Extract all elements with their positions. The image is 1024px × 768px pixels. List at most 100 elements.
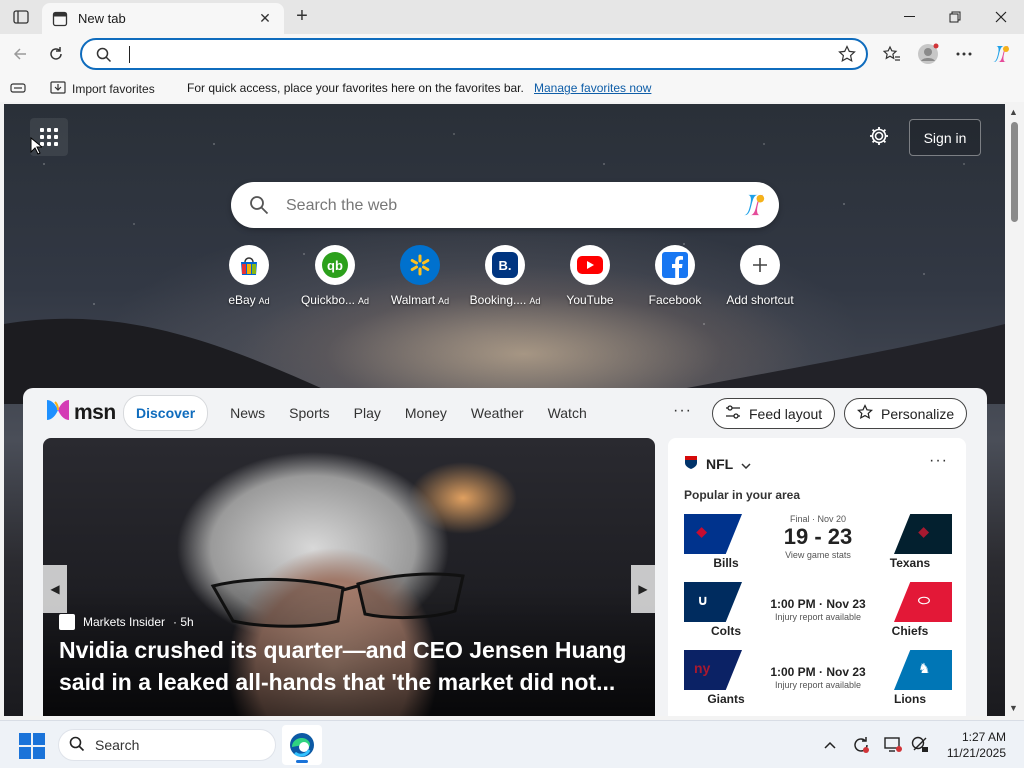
back-button[interactable] bbox=[7, 41, 33, 67]
feed-layout-label: Feed layout bbox=[749, 405, 823, 422]
hero-next-button[interactable]: ▶ bbox=[631, 565, 655, 613]
feed-layout-button[interactable]: Feed layout bbox=[712, 398, 836, 429]
restore-button[interactable] bbox=[932, 0, 978, 34]
tab-weather[interactable]: Weather bbox=[459, 396, 536, 430]
shortcut-label: Walmart bbox=[390, 293, 436, 307]
browser-toolbar bbox=[0, 34, 1024, 74]
shortcut-ebay[interactable]: eBay Ad bbox=[207, 245, 291, 307]
text-caret bbox=[129, 46, 130, 63]
favorites-icon[interactable] bbox=[879, 41, 905, 67]
game-bills-texans[interactable]: ⯁ ⯁ Bills Texans Final · Nov 20 19 - 23 … bbox=[684, 514, 952, 574]
close-tab-icon[interactable]: ✕ bbox=[256, 10, 274, 27]
page-settings-gear-icon[interactable] bbox=[868, 125, 890, 152]
msn-feed: msn Discover News Sports Play Money Weat… bbox=[23, 388, 987, 716]
tab-watch[interactable]: Watch bbox=[536, 396, 599, 430]
tab-actions-icon[interactable] bbox=[10, 7, 32, 27]
tab-sports[interactable]: Sports bbox=[277, 396, 341, 430]
edge-taskbar-icon[interactable] bbox=[282, 725, 322, 765]
shortcut-label: Quickbo... bbox=[300, 293, 355, 307]
bills-logo-icon: ⯁ bbox=[684, 514, 742, 554]
sign-in-button[interactable]: Sign in bbox=[909, 119, 981, 156]
tab-discover[interactable]: Discover bbox=[123, 395, 209, 431]
tab-money[interactable]: Money bbox=[393, 396, 459, 430]
favorites-bar-toggle-icon[interactable] bbox=[10, 81, 26, 98]
copilot-icon[interactable] bbox=[739, 191, 769, 224]
copilot-icon[interactable] bbox=[988, 41, 1014, 67]
add-shortcut-button[interactable]: Add shortcut bbox=[718, 245, 802, 307]
feed-more-button[interactable]: ··· bbox=[673, 402, 692, 420]
display-alert-icon[interactable] bbox=[883, 735, 903, 755]
add-favorite-star-icon[interactable] bbox=[838, 45, 856, 68]
story-headline[interactable]: Nvidia crushed its quarter—and CEO Jense… bbox=[59, 634, 639, 698]
game-info: Final · Nov 20 19 - 23 View game stats bbox=[754, 514, 882, 560]
tab-play[interactable]: Play bbox=[342, 396, 393, 430]
address-input[interactable] bbox=[132, 44, 812, 66]
nfl-card-header[interactable]: NFL bbox=[684, 454, 751, 473]
feed-navigation: Discover News Sports Play Money Weather … bbox=[123, 395, 599, 431]
svg-text:qb: qb bbox=[327, 258, 343, 273]
search-icon bbox=[69, 736, 85, 755]
chevron-up-icon[interactable] bbox=[820, 735, 840, 755]
nfl-title: NFL bbox=[706, 455, 734, 472]
scroll-up-arrow-icon[interactable]: ▲ bbox=[1009, 107, 1018, 117]
minimize-button[interactable] bbox=[886, 0, 932, 34]
game-note: Injury report available bbox=[774, 680, 862, 690]
import-favorites-button[interactable]: Import favorites bbox=[50, 80, 155, 97]
shortcut-quickbooks[interactable]: qb Quickbo... Ad bbox=[293, 245, 377, 307]
taskbar-search-box[interactable]: Search bbox=[58, 729, 276, 761]
game-info: 1:00 PM · Nov 23 Injury report available bbox=[754, 582, 882, 622]
nfl-more-button[interactable]: ··· bbox=[929, 452, 948, 470]
shortcut-walmart[interactable]: Walmart Ad bbox=[378, 245, 462, 307]
search-icon bbox=[96, 47, 112, 68]
tab-strip: New tab ✕ + bbox=[0, 0, 1024, 34]
tab-title: New tab bbox=[78, 11, 126, 26]
taskbar-search-placeholder: Search bbox=[95, 737, 140, 753]
story-age: · 5h bbox=[173, 615, 194, 629]
game-note: Injury report available bbox=[774, 612, 862, 622]
hero-story-card[interactable]: ◀ ▶ Markets Insider · 5h Nvidia crushed … bbox=[43, 438, 655, 716]
hero-prev-button[interactable]: ◀ bbox=[43, 565, 67, 613]
new-tab-button[interactable]: + bbox=[291, 5, 313, 27]
page-scrollbar[interactable]: ▲ ▼ bbox=[1005, 104, 1024, 716]
tab-new-tab[interactable]: New tab ✕ bbox=[42, 3, 284, 34]
system-clock[interactable]: 1:27 AM 11/21/2025 bbox=[940, 729, 1006, 761]
game-colts-chiefs[interactable]: ∪ ⬭ Colts Chiefs 1:00 PM · Nov 23 Injury… bbox=[684, 582, 952, 642]
story-source: Markets Insider · 5h bbox=[59, 614, 194, 630]
game-status: Final · Nov 20 bbox=[789, 514, 847, 524]
refresh-button[interactable] bbox=[43, 41, 69, 67]
search-icon bbox=[249, 195, 269, 220]
clock-time: 1:27 AM bbox=[961, 730, 1006, 744]
msn-brand-text: msn bbox=[74, 400, 116, 424]
msn-logo[interactable]: msn bbox=[45, 398, 116, 427]
shortcut-booking[interactable]: B. Booking.... Ad bbox=[463, 245, 547, 307]
shortcut-label: Booking.... bbox=[469, 293, 527, 307]
web-search-box[interactable]: Search the web bbox=[231, 182, 779, 228]
msn-butterfly-icon bbox=[45, 398, 71, 427]
address-bar[interactable] bbox=[80, 38, 868, 70]
close-window-button[interactable] bbox=[978, 0, 1024, 34]
shortcut-facebook[interactable]: Facebook bbox=[633, 245, 717, 307]
scrollbar-thumb[interactable] bbox=[1011, 122, 1018, 222]
profile-avatar-icon[interactable] bbox=[915, 41, 941, 67]
settings-more-icon[interactable] bbox=[951, 41, 977, 67]
youtube-icon bbox=[570, 245, 610, 285]
sync-alert-icon[interactable] bbox=[851, 735, 871, 755]
scroll-down-arrow-icon[interactable]: ▼ bbox=[1009, 703, 1018, 713]
shortcut-youtube[interactable]: YouTube bbox=[548, 245, 632, 307]
windows-start-icon[interactable] bbox=[19, 733, 45, 759]
network-icon[interactable] bbox=[910, 735, 930, 755]
personalize-button[interactable]: Personalize bbox=[844, 398, 968, 429]
game-score: 19 - 23 bbox=[783, 524, 853, 549]
svg-text:B.: B. bbox=[499, 258, 512, 273]
import-icon bbox=[50, 80, 66, 97]
booking-icon: B. bbox=[485, 245, 525, 285]
manage-favorites-link[interactable]: Manage favorites now bbox=[534, 81, 651, 95]
windows-taskbar: Search 1:27 AM 11/21/2025 bbox=[0, 720, 1024, 768]
lions-logo-icon: ♞ bbox=[894, 650, 952, 690]
nfl-shield-icon bbox=[684, 454, 698, 473]
publisher-icon bbox=[59, 614, 75, 630]
tab-news[interactable]: News bbox=[218, 396, 277, 430]
ad-badge: Ad bbox=[258, 296, 270, 306]
game-giants-lions[interactable]: ny ♞ Giants Lions 1:00 PM · Nov 23 Injur… bbox=[684, 650, 952, 710]
colts-logo-icon: ∪ bbox=[684, 582, 742, 622]
